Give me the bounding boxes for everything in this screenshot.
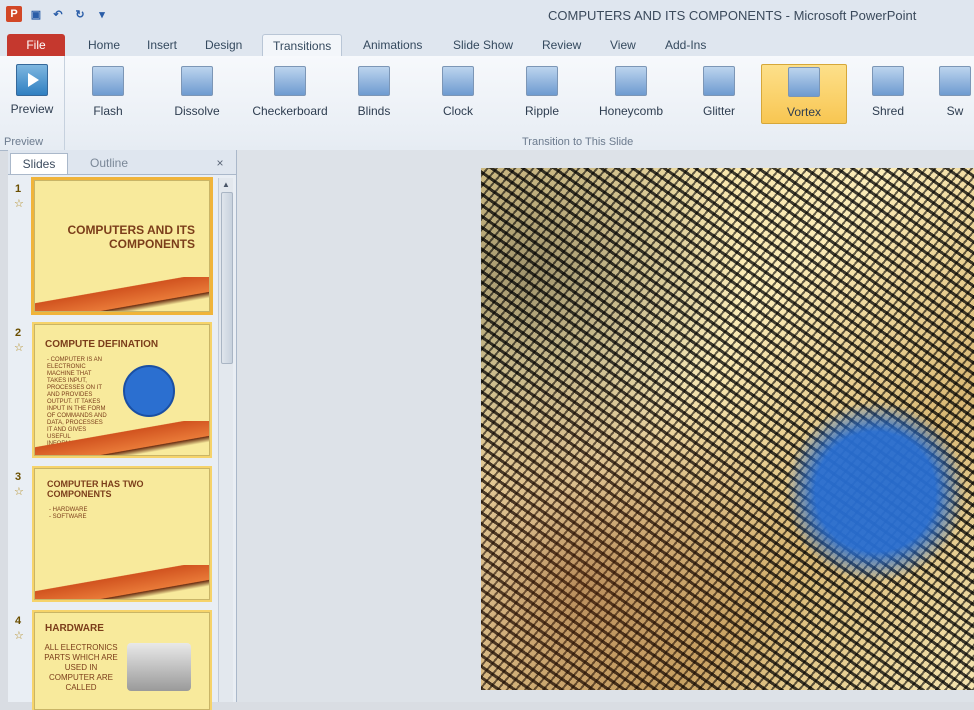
- preview-button[interactable]: Preview: [6, 62, 58, 120]
- tab-home[interactable]: Home: [88, 34, 120, 56]
- transition-star-icon: ☆: [14, 630, 24, 642]
- slide-number: 2: [15, 327, 22, 339]
- tab-review[interactable]: Review: [542, 34, 581, 56]
- preview-icon: [16, 64, 48, 96]
- tab-transitions[interactable]: Transitions: [262, 34, 343, 57]
- tab-file[interactable]: File: [7, 34, 65, 56]
- flash-icon: [92, 66, 124, 96]
- slide-number: 4: [15, 615, 22, 627]
- clock-icon: [442, 66, 474, 96]
- save-icon[interactable]: ▣: [28, 6, 44, 22]
- computer-icon: [123, 365, 175, 417]
- slides-pane: Slides Outline × 1 ☆ COMPUTERS AND ITS C…: [8, 150, 237, 710]
- slide-body: - HARDWARE - SOFTWARE: [49, 507, 88, 520]
- transition-group-label: Transition to This Slide: [522, 136, 634, 148]
- transition-switch[interactable]: Sw: [936, 64, 974, 122]
- slide-decoration: [35, 421, 209, 455]
- transition-gallery: Flash Dissolve Checkerboard Blinds Clock…: [70, 64, 974, 124]
- transition-clock[interactable]: Clock: [432, 64, 484, 122]
- preview-group-label: Preview: [4, 136, 44, 148]
- vortex-icon: [788, 67, 820, 97]
- transition-shred[interactable]: Shred: [858, 64, 918, 122]
- ripple-icon: [526, 66, 558, 96]
- slide-number: 3: [15, 471, 22, 483]
- transition-star-icon: ☆: [14, 486, 24, 498]
- shred-icon: [872, 66, 904, 96]
- slide-decoration: [35, 277, 209, 311]
- slides-scrollbar[interactable]: ▲: [218, 178, 233, 702]
- slide-title: HARDWARE: [45, 623, 104, 634]
- transition-glitter[interactable]: Glitter: [690, 64, 748, 122]
- slide-body: ALL ELECTRONICS PARTS WHICH ARE USED IN …: [44, 643, 118, 692]
- customize-toolbar-icon[interactable]: ▾: [94, 6, 110, 22]
- slide-number: 1: [15, 183, 22, 195]
- tab-animations[interactable]: Animations: [363, 34, 422, 56]
- scrollbar-thumb[interactable]: [221, 192, 233, 364]
- transition-checkerboard[interactable]: Checkerboard: [244, 64, 336, 122]
- switch-icon: [939, 66, 971, 96]
- computer-image: [127, 643, 191, 691]
- preview-group: Preview Preview: [0, 56, 65, 150]
- dissolve-icon: [181, 66, 213, 96]
- transition-flash[interactable]: Flash: [80, 64, 136, 122]
- title-bar: P ▣ ↶ ↻ ▾ COMPUTERS AND ITS COMPONENTS -…: [0, 0, 974, 30]
- pane-tabs: Slides Outline ×: [8, 150, 236, 175]
- tab-slides[interactable]: Slides: [10, 153, 68, 174]
- slide-decoration: [35, 565, 209, 599]
- close-icon[interactable]: ×: [214, 153, 226, 173]
- slide-title: COMPUTER HAS TWO COMPONENTS: [47, 479, 144, 499]
- undo-icon[interactable]: ↶: [50, 6, 66, 22]
- tab-slide-show[interactable]: Slide Show: [453, 34, 513, 56]
- transition-ripple[interactable]: Ripple: [516, 64, 568, 122]
- tab-design[interactable]: Design: [205, 34, 242, 56]
- transition-blinds[interactable]: Blinds: [348, 64, 400, 122]
- transition-star-icon: ☆: [14, 342, 24, 354]
- slide-thumbnail-3[interactable]: 3 ☆ COMPUTER HAS TWO COMPONENTS - HARDWA…: [14, 468, 210, 600]
- slide-thumbnail-2[interactable]: 2 ☆ COMPUTE DEFINATION - COMPUTER IS AN …: [14, 324, 210, 456]
- slide-title: COMPUTERS AND ITS COMPONENTS: [67, 223, 195, 251]
- glitter-icon: [703, 66, 735, 96]
- transition-honeycomb[interactable]: Honeycomb: [592, 64, 670, 122]
- scroll-up-icon[interactable]: ▲: [222, 180, 230, 189]
- redo-icon[interactable]: ↻: [72, 6, 88, 22]
- transition-effect: [481, 168, 974, 690]
- blinds-icon: [358, 66, 390, 96]
- quick-access-toolbar: P ▣ ↶ ↻ ▾: [6, 6, 110, 22]
- powerpoint-app-icon[interactable]: P: [6, 6, 22, 22]
- ribbon-transitions: Preview Preview Flash Dissolve Checkerbo…: [0, 56, 974, 151]
- ribbon-tabs: File Home Insert Design Transitions Anim…: [0, 30, 974, 57]
- window-title: COMPUTERS AND ITS COMPONENTS - Microsoft…: [548, 8, 917, 23]
- transition-star-icon: ☆: [14, 198, 24, 210]
- tab-add-ins[interactable]: Add-Ins: [665, 34, 706, 56]
- slide-thumbnail-1[interactable]: 1 ☆ COMPUTERS AND ITS COMPONENTS: [14, 180, 210, 312]
- tab-insert[interactable]: Insert: [147, 34, 177, 56]
- slide-editing-area: [237, 150, 974, 702]
- preview-label: Preview: [10, 102, 54, 116]
- tab-view[interactable]: View: [610, 34, 636, 56]
- transition-dissolve[interactable]: Dissolve: [160, 64, 234, 122]
- slide-canvas-vortex-transition[interactable]: [481, 168, 974, 690]
- tab-outline[interactable]: Outline: [74, 153, 144, 173]
- slide-title: COMPUTE DEFINATION: [45, 339, 159, 350]
- slide-thumbnail-4[interactable]: 4 ☆ HARDWARE ALL ELECTRONICS PARTS WHICH…: [14, 612, 210, 710]
- transition-vortex[interactable]: Vortex: [761, 64, 847, 124]
- honeycomb-icon: [615, 66, 647, 96]
- checkerboard-icon: [274, 66, 306, 96]
- slide-thumbnails: 1 ☆ COMPUTERS AND ITS COMPONENTS 2 ☆ COM…: [8, 178, 218, 710]
